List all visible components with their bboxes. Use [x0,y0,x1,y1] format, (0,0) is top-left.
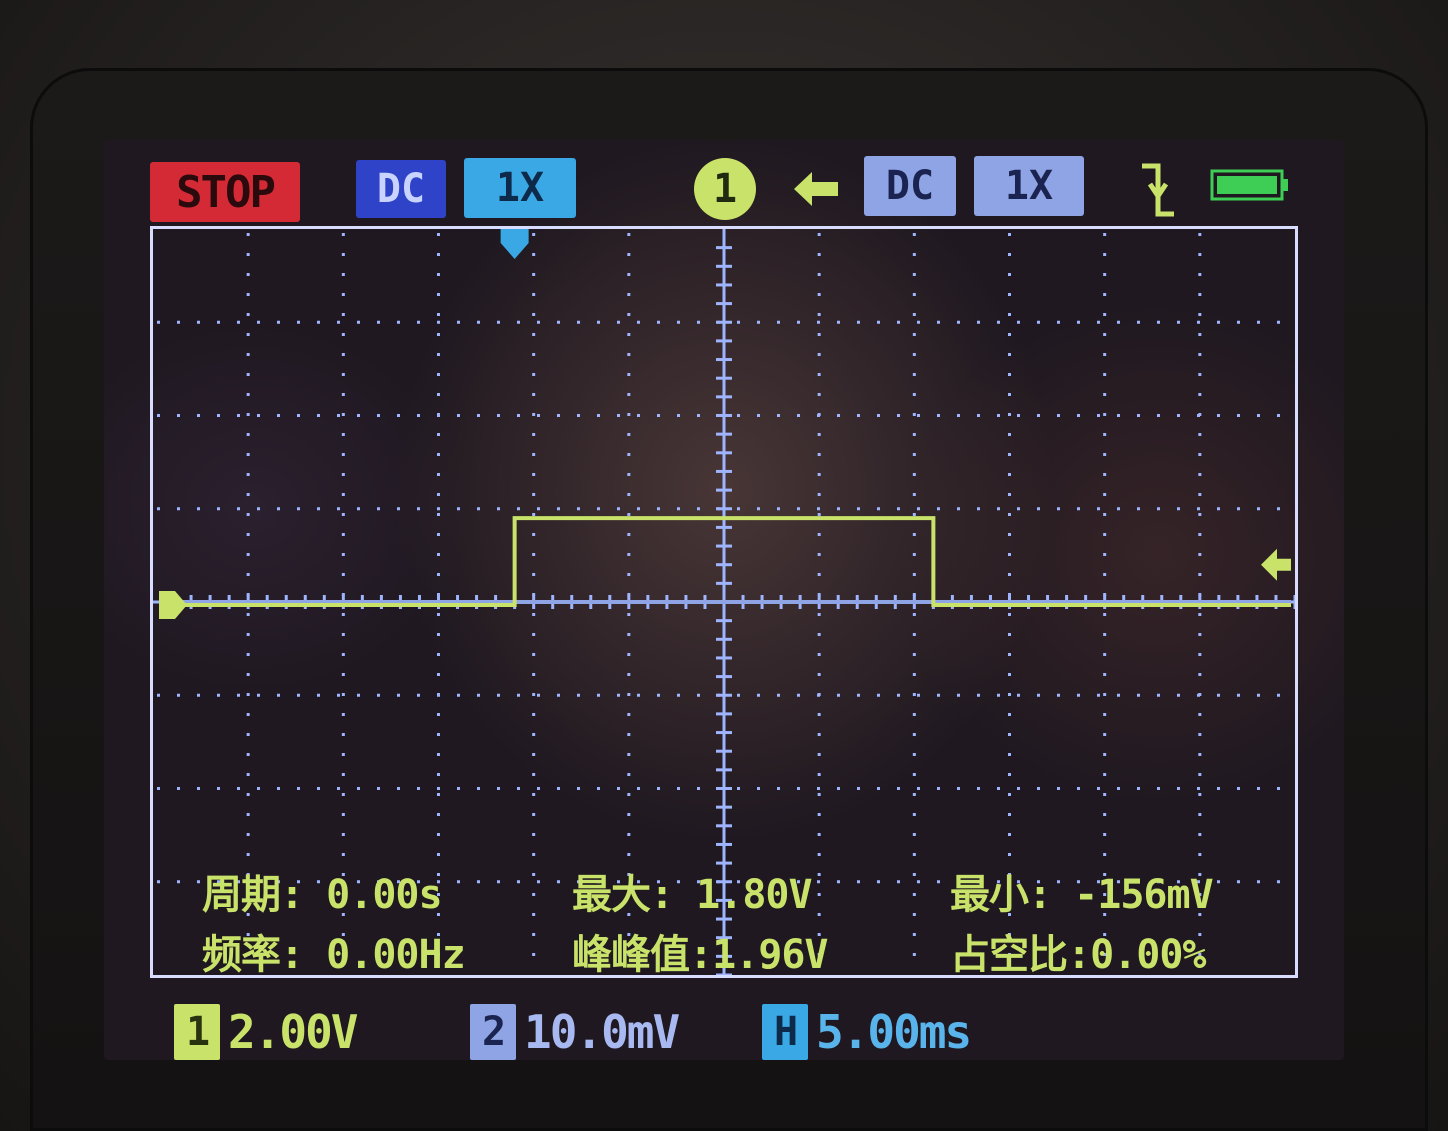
ch2-volts-per-div: 10.0mV [524,1005,680,1059]
ch1-probe-badge[interactable]: 1X [464,158,576,218]
ch2-scale[interactable]: 2 10.0mV [470,1002,680,1060]
timebase-tag: H [762,1004,808,1060]
battery-full-icon [1210,169,1288,201]
trigger-level-marker-icon [1261,548,1291,581]
ch1-trace [173,516,1291,607]
timebase-scale[interactable]: H 5.00ms [762,1002,972,1060]
trigger-falling-edge-icon[interactable] [1140,158,1176,224]
measurement-period: 周期: 0.00s [202,872,443,918]
ch1-scale[interactable]: 1 2.00V [174,1002,358,1060]
ch2-probe-badge[interactable]: 1X [974,156,1084,216]
active-channel-indicator[interactable]: 1 [694,158,756,220]
ch1-volts-per-div: 2.00V [228,1005,358,1059]
run-stop-status-badge[interactable]: STOP [150,162,300,222]
measurement-frequency: 频率: 0.00Hz [202,932,466,978]
trigger-position-marker-icon [500,229,529,259]
ch1-ground-marker-icon [159,591,187,619]
oscilloscope-screen: STOP DC 1X 1 DC 1X 周期: 0.00s 频率: 0.00Hz … [104,140,1344,1060]
arrow-left-icon [794,172,838,206]
timebase-time-per-div: 5.00ms [816,1005,972,1059]
ch2-coupling-badge[interactable]: DC [864,156,956,216]
ch2-tag: 2 [470,1004,516,1060]
ch1-coupling-badge[interactable]: DC [356,160,446,218]
measurement-max: 最大: 1.80V [572,872,813,918]
ch1-tag: 1 [174,1004,220,1060]
measurement-min: 最小: -156mV [950,872,1214,918]
measurement-peak-to-peak: 峰峰值:1.96V [572,932,828,978]
oscilloscope-device: STOP DC 1X 1 DC 1X 周期: 0.00s 频率: 0.00Hz … [0,0,1448,1131]
measurement-duty-cycle: 占空比:0.00% [950,932,1206,978]
